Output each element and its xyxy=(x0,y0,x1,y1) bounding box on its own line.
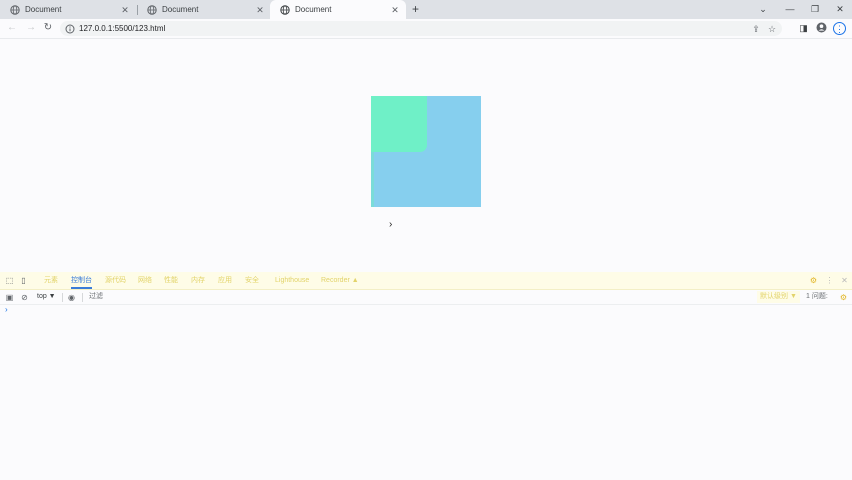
device-toggle-icon[interactable]: ▯ xyxy=(18,275,29,286)
restore-icon[interactable]: ❐ xyxy=(807,2,823,17)
tile-edge xyxy=(371,152,374,207)
devtools-tab-bar: ⬚ ▯ 元素 控制台 源代码 网络 性能 内存 应用 安全 Lighthouse… xyxy=(0,272,852,290)
devtools-panel: ⬚ ▯ 元素 控制台 源代码 网络 性能 内存 应用 安全 Lighthouse… xyxy=(0,272,852,480)
profile-icon[interactable] xyxy=(815,22,828,35)
devtools-tab-performance[interactable]: 性能 xyxy=(164,272,178,289)
color-square xyxy=(371,96,481,207)
console-filter-input[interactable]: 过滤 xyxy=(86,291,726,303)
tab-title: Document xyxy=(295,5,332,14)
page-viewport: › xyxy=(0,39,852,272)
context-selector[interactable]: top ▼ xyxy=(37,291,56,303)
star-icon[interactable]: ☆ xyxy=(766,23,778,35)
settings-gear-icon[interactable]: ⚙ xyxy=(808,275,819,286)
chevron-down-icon[interactable]: ⌄ xyxy=(755,2,771,17)
devtools-tab-sources[interactable]: 源代码 xyxy=(105,272,126,289)
devtools-tab-security[interactable]: 安全 xyxy=(245,272,259,289)
close-icon[interactable]: ✕ xyxy=(390,5,400,15)
back-icon[interactable]: ← xyxy=(5,21,19,35)
close-window-icon[interactable]: ✕ xyxy=(832,2,848,17)
devtools-tab-elements[interactable]: 元素 xyxy=(44,272,58,289)
devtools-tab-console[interactable]: 控制台 xyxy=(71,272,92,289)
address-bar[interactable]: 127.0.0.1:5500/123.html ⇪ ☆ xyxy=(60,21,782,36)
inspect-icon[interactable]: ⬚ xyxy=(4,275,15,286)
mouse-cursor-icon: › xyxy=(389,219,393,230)
devtools-tab-memory[interactable]: 内存 xyxy=(191,272,205,289)
sidebar-toggle-icon[interactable]: ▣ xyxy=(4,292,15,303)
globe-icon xyxy=(147,4,157,15)
log-levels-dropdown[interactable]: 默认级别 ▼ xyxy=(757,291,800,303)
console-settings-icon[interactable]: ⚙ xyxy=(838,292,849,303)
browser-tab-1[interactable]: Document ✕ xyxy=(0,0,136,19)
more-options-icon[interactable]: ⋮ xyxy=(824,275,835,286)
share-icon[interactable]: ⇪ xyxy=(750,23,762,35)
tab-title: Document xyxy=(25,5,62,14)
devtools-tab-recorder[interactable]: Recorder ▲ xyxy=(321,272,359,289)
browser-toolbar: ← → ↻ 127.0.0.1:5500/123.html ⇪ ☆ ◨ ⋮ xyxy=(0,19,852,39)
reload-icon[interactable]: ↻ xyxy=(41,21,55,35)
close-icon[interactable]: ✕ xyxy=(255,5,265,15)
console-toolbar: ▣ ⊘ top ▼ ◉ 过滤 默认级别 ▼ 1 问题: ⚙ xyxy=(0,290,852,305)
browser-tab-3[interactable]: Document ✕ xyxy=(270,0,406,19)
divider xyxy=(62,293,63,302)
devtools-tab-network[interactable]: 网络 xyxy=(138,272,152,289)
green-tile xyxy=(371,96,427,152)
forward-icon[interactable]: → xyxy=(24,21,38,35)
browser-tab-2[interactable]: Document ✕ xyxy=(137,0,271,19)
blue-tile-bottom xyxy=(371,152,481,207)
info-icon[interactable] xyxy=(65,24,75,34)
menu-icon[interactable]: ⋮ xyxy=(833,22,846,35)
devtools-tab-lighthouse[interactable]: Lighthouse xyxy=(275,272,309,289)
console-prompt[interactable]: › xyxy=(5,305,8,314)
globe-icon xyxy=(280,4,290,15)
clear-console-icon[interactable]: ⊘ xyxy=(19,292,30,303)
globe-icon xyxy=(10,4,20,15)
devtools-tab-application[interactable]: 应用 xyxy=(218,272,232,289)
close-devtools-icon[interactable]: ✕ xyxy=(839,275,850,286)
new-tab-button[interactable]: + xyxy=(408,2,423,17)
issues-counter[interactable]: 1 问题: xyxy=(806,291,828,303)
close-icon[interactable]: ✕ xyxy=(120,5,130,15)
side-panel-icon[interactable]: ◨ xyxy=(797,22,810,35)
eye-icon[interactable]: ◉ xyxy=(66,292,77,303)
divider xyxy=(82,293,83,302)
url-text[interactable]: 127.0.0.1:5500/123.html xyxy=(79,24,750,33)
tab-strip: Document ✕ Document ✕ Document ✕ + ⌄ — ❐… xyxy=(0,0,852,19)
minimize-icon[interactable]: — xyxy=(782,2,798,17)
tab-title: Document xyxy=(162,5,199,14)
